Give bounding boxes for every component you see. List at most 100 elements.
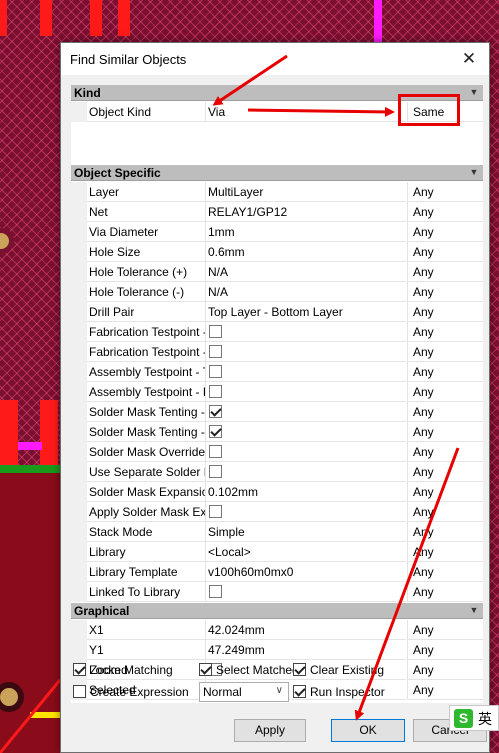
close-icon[interactable]: ✕ xyxy=(449,43,489,75)
match-criteria[interactable]: Any xyxy=(407,442,483,462)
section-label: Kind xyxy=(74,86,101,100)
property-value-checkbox[interactable] xyxy=(205,422,406,442)
property-value[interactable]: RELAY1/GP12 xyxy=(205,202,406,222)
clear-existing-checkbox[interactable] xyxy=(293,663,306,676)
zoom-matching-checkbox[interactable] xyxy=(73,663,86,676)
property-value-checkbox[interactable] xyxy=(205,442,406,462)
property-name: Library Template xyxy=(87,562,205,582)
match-criteria[interactable]: Any xyxy=(407,542,483,562)
zoom-matching-option[interactable]: Zoom Matching xyxy=(73,660,183,680)
match-criteria[interactable]: Any xyxy=(407,302,483,322)
pcb-pad-strip xyxy=(0,400,18,466)
property-value[interactable]: 47.249mm xyxy=(205,640,406,660)
ime-indicator[interactable]: S 英 xyxy=(449,705,499,731)
create-expression-option[interactable]: Create Expression xyxy=(73,682,193,702)
checkbox-unchecked-icon[interactable] xyxy=(209,465,222,478)
property-row: Drill Pair Top Layer - Bottom Layer Any xyxy=(71,302,483,322)
create-expression-checkbox[interactable] xyxy=(73,685,86,698)
apply-button[interactable]: Apply xyxy=(234,719,306,742)
property-value-checkbox[interactable] xyxy=(205,462,406,482)
property-name: Drill Pair xyxy=(87,302,205,322)
property-row: Linked To Library Any xyxy=(71,582,483,602)
property-value[interactable]: Top Layer - Bottom Layer xyxy=(205,302,406,322)
checkbox-unchecked-icon[interactable] xyxy=(209,345,222,358)
select-matched-checkbox[interactable] xyxy=(199,663,212,676)
row-gutter xyxy=(71,222,87,242)
property-row: Solder Mask Tenting - Any xyxy=(71,422,483,442)
section-object-specific[interactable]: Object Specific ▼ xyxy=(71,165,483,181)
match-criteria[interactable]: Any xyxy=(407,202,483,222)
ok-button[interactable]: OK xyxy=(331,719,405,742)
property-value[interactable]: 0.102mm xyxy=(205,482,406,502)
match-criteria[interactable]: Any xyxy=(407,262,483,282)
collapse-chevron-icon[interactable]: ▼ xyxy=(468,86,480,99)
checkbox-unchecked-icon[interactable] xyxy=(209,505,222,518)
match-criteria[interactable]: Any xyxy=(407,322,483,342)
ime-language-label: 英 xyxy=(478,712,492,728)
property-value[interactable]: MultiLayer xyxy=(205,182,406,202)
match-criteria[interactable]: Any xyxy=(407,462,483,482)
match-criteria[interactable]: Any xyxy=(407,522,483,542)
property-row: Y1 47.249mm Any xyxy=(71,640,483,660)
property-value-checkbox[interactable] xyxy=(205,342,406,362)
checkbox-checked-icon[interactable] xyxy=(209,425,222,438)
property-value-checkbox[interactable] xyxy=(205,362,406,382)
row-gutter xyxy=(71,182,87,202)
match-criteria[interactable]: Any xyxy=(407,182,483,202)
match-criteria[interactable]: Any xyxy=(407,582,483,602)
property-row: Apply Solder Mask Exp Any xyxy=(71,502,483,522)
pcb-via xyxy=(0,228,14,254)
match-criteria[interactable]: Any xyxy=(407,382,483,402)
match-criteria[interactable]: Any xyxy=(407,422,483,442)
match-criteria[interactable]: Any xyxy=(407,402,483,422)
property-value[interactable]: <Local> xyxy=(205,542,406,562)
property-value[interactable]: 42.024mm xyxy=(205,620,406,640)
property-value[interactable]: 0.6mm xyxy=(205,242,406,262)
match-criteria[interactable]: Any xyxy=(407,640,483,660)
match-criteria[interactable]: Any xyxy=(407,242,483,262)
match-criteria[interactable]: Any xyxy=(407,482,483,502)
property-name: Layer xyxy=(87,182,205,202)
collapse-chevron-icon[interactable]: ▼ xyxy=(468,604,480,617)
dialog-titlebar: Find Similar Objects ✕ xyxy=(61,43,489,75)
select-matched-option[interactable]: Select Matched xyxy=(199,660,299,680)
checkbox-unchecked-icon[interactable] xyxy=(209,325,222,338)
clear-existing-option[interactable]: Clear Existing xyxy=(293,660,393,680)
property-value-checkbox[interactable] xyxy=(205,322,406,342)
checkbox-unchecked-icon[interactable] xyxy=(209,445,222,458)
match-criteria[interactable]: Any xyxy=(407,282,483,302)
property-name: Linked To Library xyxy=(87,582,205,602)
property-name: Y1 xyxy=(87,640,205,660)
checkbox-unchecked-icon[interactable] xyxy=(209,585,222,598)
match-criteria[interactable]: Any xyxy=(407,222,483,242)
run-inspector-option[interactable]: Run Inspector xyxy=(293,682,393,702)
match-criteria[interactable]: Any xyxy=(407,502,483,522)
property-value[interactable]: v100h60m0mx0 xyxy=(205,562,406,582)
checkbox-unchecked-icon[interactable] xyxy=(209,385,222,398)
property-name: Hole Tolerance (-) xyxy=(87,282,205,302)
collapse-chevron-icon[interactable]: ▼ xyxy=(468,166,480,179)
checkbox-checked-icon[interactable] xyxy=(209,405,222,418)
match-criteria[interactable]: Any xyxy=(407,342,483,362)
property-value-checkbox[interactable] xyxy=(205,382,406,402)
property-value-checkbox[interactable] xyxy=(205,582,406,602)
property-name: X1 xyxy=(87,620,205,640)
section-graphical[interactable]: Graphical ▼ xyxy=(71,603,483,619)
property-value-checkbox[interactable] xyxy=(205,502,406,522)
property-row: Solder Mask Tenting - Any xyxy=(71,402,483,422)
property-value[interactable]: 1mm xyxy=(205,222,406,242)
property-value[interactable]: N/A xyxy=(205,282,406,302)
property-row: Layer MultiLayer Any xyxy=(71,182,483,202)
property-value[interactable]: N/A xyxy=(205,262,406,282)
match-criteria[interactable]: Any xyxy=(407,562,483,582)
property-value[interactable]: Simple xyxy=(205,522,406,542)
match-criteria[interactable]: Any xyxy=(407,362,483,382)
property-name: Solder Mask Expansior xyxy=(87,482,205,502)
run-inspector-checkbox[interactable] xyxy=(293,685,306,698)
property-value[interactable]: Via xyxy=(205,102,406,122)
property-row: Library <Local> Any xyxy=(71,542,483,562)
checkbox-unchecked-icon[interactable] xyxy=(209,365,222,378)
property-value-checkbox[interactable] xyxy=(205,402,406,422)
mask-mode-select[interactable]: Normal ∨ xyxy=(199,682,289,702)
match-criteria[interactable]: Any xyxy=(407,620,483,640)
